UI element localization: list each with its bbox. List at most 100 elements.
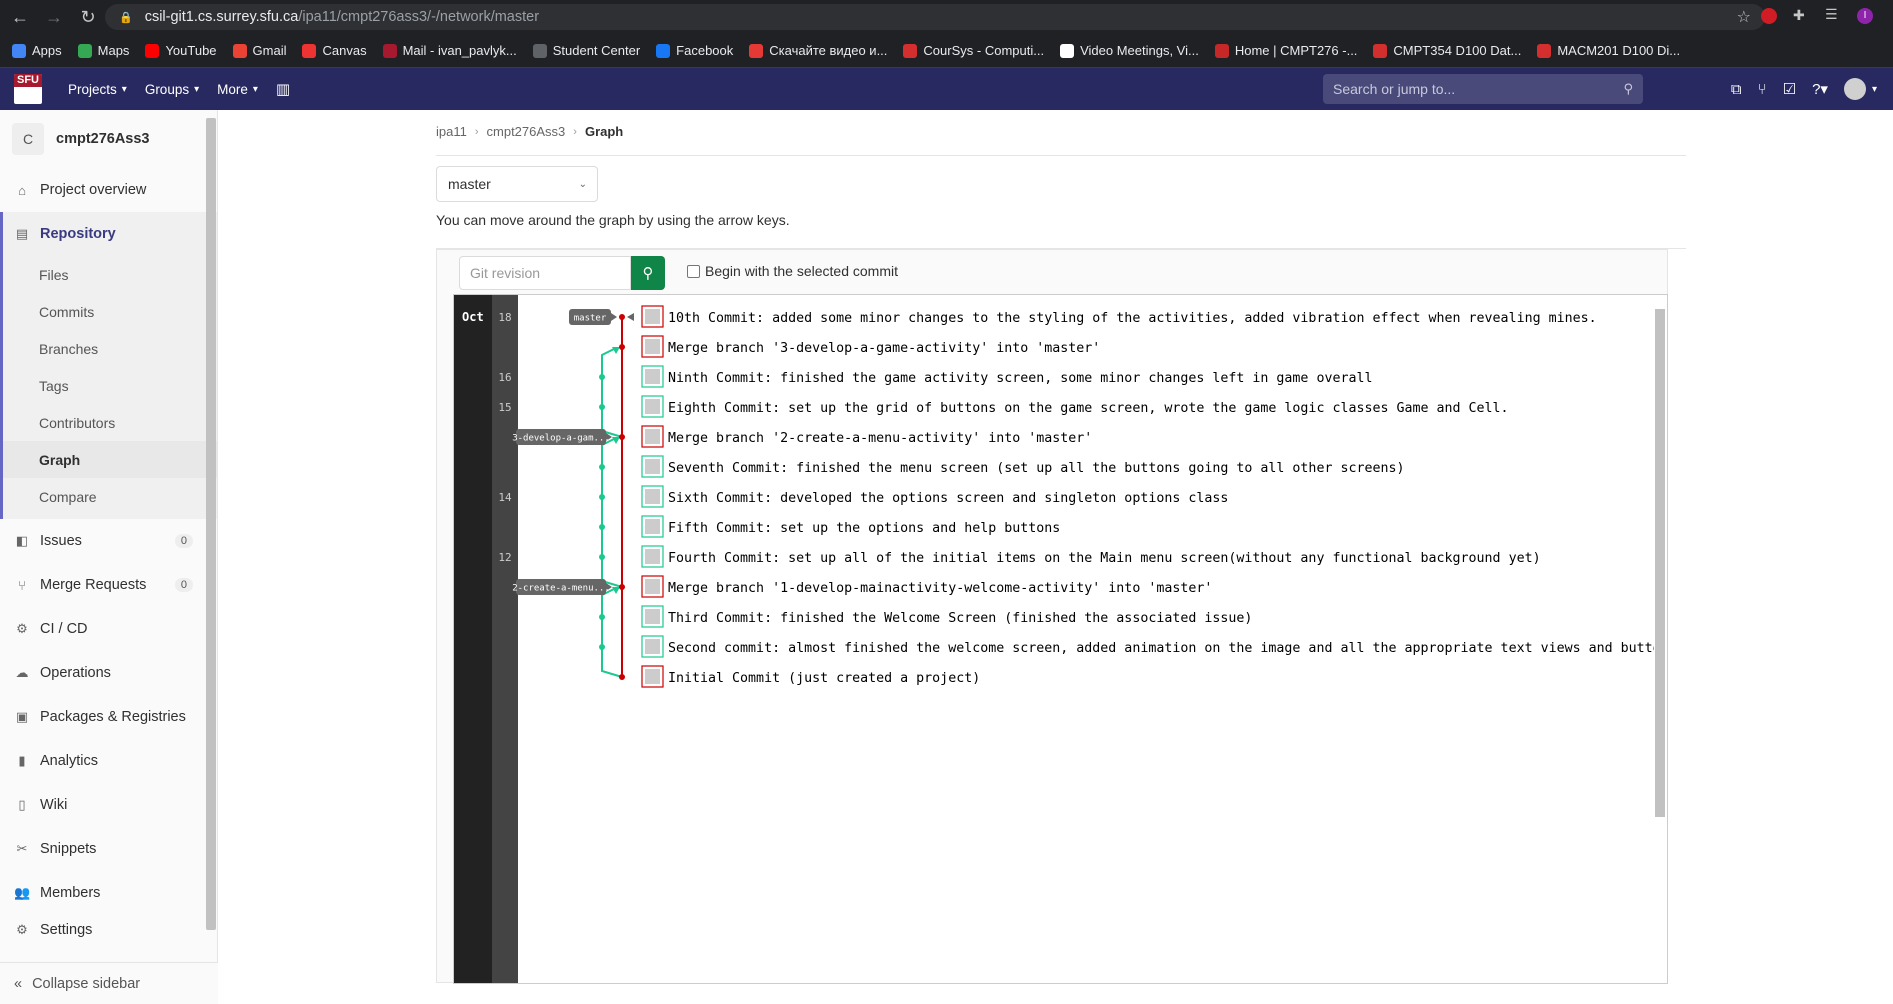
favicon-icon bbox=[532, 43, 547, 58]
bookmark-star-icon[interactable]: ☆ bbox=[1737, 7, 1751, 27]
avatar-placeholder-icon bbox=[645, 639, 660, 654]
commit-node bbox=[619, 674, 625, 680]
sidebar-item-merge-requests[interactable]: ⑂ Merge Requests 0 bbox=[0, 563, 217, 607]
commit-node bbox=[619, 584, 625, 590]
projects-menu[interactable]: Projects ▾ bbox=[68, 82, 127, 97]
sidebar-item-cicd[interactable]: ⚙ CI / CD bbox=[0, 607, 217, 651]
collapse-sidebar-button[interactable]: «Collapse sidebar bbox=[0, 962, 218, 1004]
bookmark-item[interactable]: YouTube bbox=[145, 43, 217, 58]
commit-message[interactable]: Sixth Commit: developed the options scre… bbox=[668, 491, 1228, 506]
branch-select[interactable]: master ⌄ bbox=[436, 166, 598, 202]
bookmark-item[interactable]: Home | CMPT276 -... bbox=[1214, 43, 1357, 58]
reading-list-icon[interactable]: ☰ bbox=[1825, 6, 1841, 22]
sidebar-subitem-graph[interactable]: Graph bbox=[3, 441, 217, 478]
bookmark-item[interactable]: Student Center bbox=[532, 43, 641, 58]
commit-node bbox=[599, 644, 605, 650]
sidebar-subitem-compare[interactable]: Compare bbox=[3, 478, 217, 515]
bookmark-item[interactable]: Video Meetings, Vi... bbox=[1060, 43, 1199, 58]
sidebar-subitem-tags[interactable]: Tags bbox=[3, 367, 217, 404]
breadcrumb-current[interactable]: Graph bbox=[585, 124, 623, 139]
bookmark-item[interactable]: MACM201 D100 Di... bbox=[1537, 43, 1680, 58]
commit-day: 15 bbox=[498, 401, 511, 414]
help-icon[interactable]: ?▾ bbox=[1812, 80, 1828, 98]
merge-request-icon[interactable]: ⑂ bbox=[1758, 81, 1767, 98]
sidebar-scrollbar[interactable] bbox=[206, 118, 216, 930]
sidebar-item-wiki[interactable]: ▯ Wiki bbox=[0, 783, 217, 827]
sidebar-item-members[interactable]: 👥 Members bbox=[0, 871, 217, 915]
commit-node bbox=[599, 404, 605, 410]
profile-avatar[interactable]: I bbox=[1857, 8, 1873, 24]
checkbox[interactable] bbox=[687, 264, 700, 278]
sidebar-subitem-contributors[interactable]: Contributors bbox=[3, 404, 217, 441]
sidebar-item-packages[interactable]: ▣ Packages & Registries bbox=[0, 695, 217, 739]
bookmark-item[interactable]: Facebook bbox=[656, 43, 733, 58]
favicon-icon bbox=[302, 43, 317, 58]
extensions-puzzle-icon[interactable]: ✚ bbox=[1793, 7, 1809, 23]
commit-message[interactable]: Merge branch '3-develop-a-game-activity'… bbox=[668, 341, 1100, 356]
bookmark-label: Canvas bbox=[322, 43, 367, 58]
commit-day: 12 bbox=[498, 551, 511, 564]
commit-node bbox=[599, 524, 605, 530]
todo-icon[interactable]: ☑ bbox=[1783, 80, 1796, 98]
commit-message[interactable]: Second commit: almost finished the welco… bbox=[668, 641, 1654, 656]
favicon-icon bbox=[145, 43, 160, 58]
sidebar-item-operations[interactable]: ☁ Operations bbox=[0, 651, 217, 695]
graph-scrollbar[interactable] bbox=[1655, 309, 1665, 817]
bookmark-item[interactable]: Apps bbox=[12, 43, 62, 58]
branch-label-pointer bbox=[611, 313, 617, 321]
bookmark-item[interactable]: Canvas bbox=[302, 43, 367, 58]
sidebar-subitem-branches[interactable]: Branches bbox=[3, 330, 217, 367]
commit-message[interactable]: Fifth Commit: set up the options and hel… bbox=[668, 521, 1060, 536]
sidebar-item-analytics[interactable]: ▮ Analytics bbox=[0, 739, 217, 783]
commit-message[interactable]: Merge branch '2-create-a-menu-activity' … bbox=[668, 431, 1092, 446]
breadcrumb-project[interactable]: cmpt276Ass3 bbox=[487, 124, 566, 139]
sidebar-item-settings[interactable]: ⚙ Settings bbox=[0, 915, 217, 945]
sfu-logo[interactable]: SFU bbox=[14, 74, 42, 104]
bookmark-item[interactable]: Gmail bbox=[232, 43, 286, 58]
activity-chart-icon[interactable]: ▥ bbox=[276, 80, 290, 98]
commit-message[interactable]: Seventh Commit: finished the menu screen… bbox=[668, 461, 1405, 476]
network-graph[interactable]: Oct 18 10th Commit: added some minor chang… bbox=[453, 294, 1668, 984]
bookmark-item[interactable]: CMPT354 D100 Dat... bbox=[1373, 43, 1521, 58]
commit-message[interactable]: 10th Commit: added some minor changes to… bbox=[668, 311, 1597, 326]
bookmark-label: CourSys - Computi... bbox=[923, 43, 1045, 58]
user-avatar[interactable] bbox=[1843, 78, 1866, 100]
commit-message[interactable]: Ninth Commit: finished the game activity… bbox=[668, 371, 1372, 386]
groups-menu[interactable]: Groups ▾ bbox=[145, 82, 199, 97]
sidebar-item-issues[interactable]: ◧ Issues 0 bbox=[0, 519, 217, 563]
begin-with-selected-checkbox[interactable]: Begin with the selected commit bbox=[687, 263, 898, 279]
commit-message[interactable]: Fourth Commit: set up all of the initial… bbox=[668, 551, 1541, 566]
favicon-icon bbox=[1537, 43, 1552, 58]
sidebar-subitem-files[interactable]: Files bbox=[3, 256, 217, 293]
avatar-placeholder-icon bbox=[645, 399, 660, 414]
search-button[interactable]: ⚲ bbox=[631, 256, 665, 290]
commit-message[interactable]: Eighth Commit: set up the grid of button… bbox=[668, 401, 1509, 416]
address-bar[interactable]: 🔒 csil-git1.cs.surrey.sfu.ca/ipa11/cmpt2… bbox=[105, 4, 1765, 30]
search-icon: ⚲ bbox=[642, 265, 654, 282]
commit-message[interactable]: Initial Commit (just created a project) bbox=[668, 671, 980, 686]
sidebar-item-snippets[interactable]: ✂ Snippets bbox=[0, 827, 217, 871]
bookmark-item[interactable]: Mail - ivan_pavlyk... bbox=[382, 43, 517, 58]
commit-message[interactable]: Third Commit: finished the Welcome Scree… bbox=[668, 611, 1252, 626]
more-menu[interactable]: More ▾ bbox=[217, 82, 258, 97]
bookmark-item[interactable]: Maps bbox=[77, 43, 129, 58]
chevron-down-icon[interactable]: ▾ bbox=[1872, 84, 1877, 95]
breadcrumb-user[interactable]: ipa11 bbox=[436, 124, 467, 139]
bookmark-item[interactable]: CourSys - Computi... bbox=[903, 43, 1044, 58]
commit-message[interactable]: Merge branch '1-develop-mainactivity-wel… bbox=[668, 581, 1212, 596]
search-input[interactable]: Search or jump to... ⚲ bbox=[1323, 74, 1643, 104]
back-icon[interactable]: ← bbox=[6, 3, 34, 31]
bookmark-item[interactable]: Скачайте видео и... bbox=[749, 43, 887, 58]
forward-icon[interactable]: → bbox=[40, 3, 68, 31]
project-header[interactable]: C cmpt276Ass3 bbox=[0, 110, 217, 168]
git-revision-input[interactable]: Git revision bbox=[459, 256, 631, 290]
commit-day: 18 bbox=[498, 311, 511, 324]
sidebar-item-overview[interactable]: ⌂ Project overview bbox=[0, 168, 217, 212]
reload-icon[interactable]: ↻ bbox=[74, 3, 102, 31]
issues-icon[interactable]: ⧉ bbox=[1731, 81, 1742, 98]
browser-toolbar: ← → ↻ 🔒 csil-git1.cs.surrey.sfu.ca/ipa11… bbox=[0, 0, 1893, 34]
extension-adblock-icon[interactable] bbox=[1761, 8, 1777, 24]
bookmark-label: Student Center bbox=[552, 43, 641, 58]
sidebar-item-repository[interactable]: ▤ Repository bbox=[0, 212, 217, 256]
sidebar-subitem-commits[interactable]: Commits bbox=[3, 293, 217, 330]
